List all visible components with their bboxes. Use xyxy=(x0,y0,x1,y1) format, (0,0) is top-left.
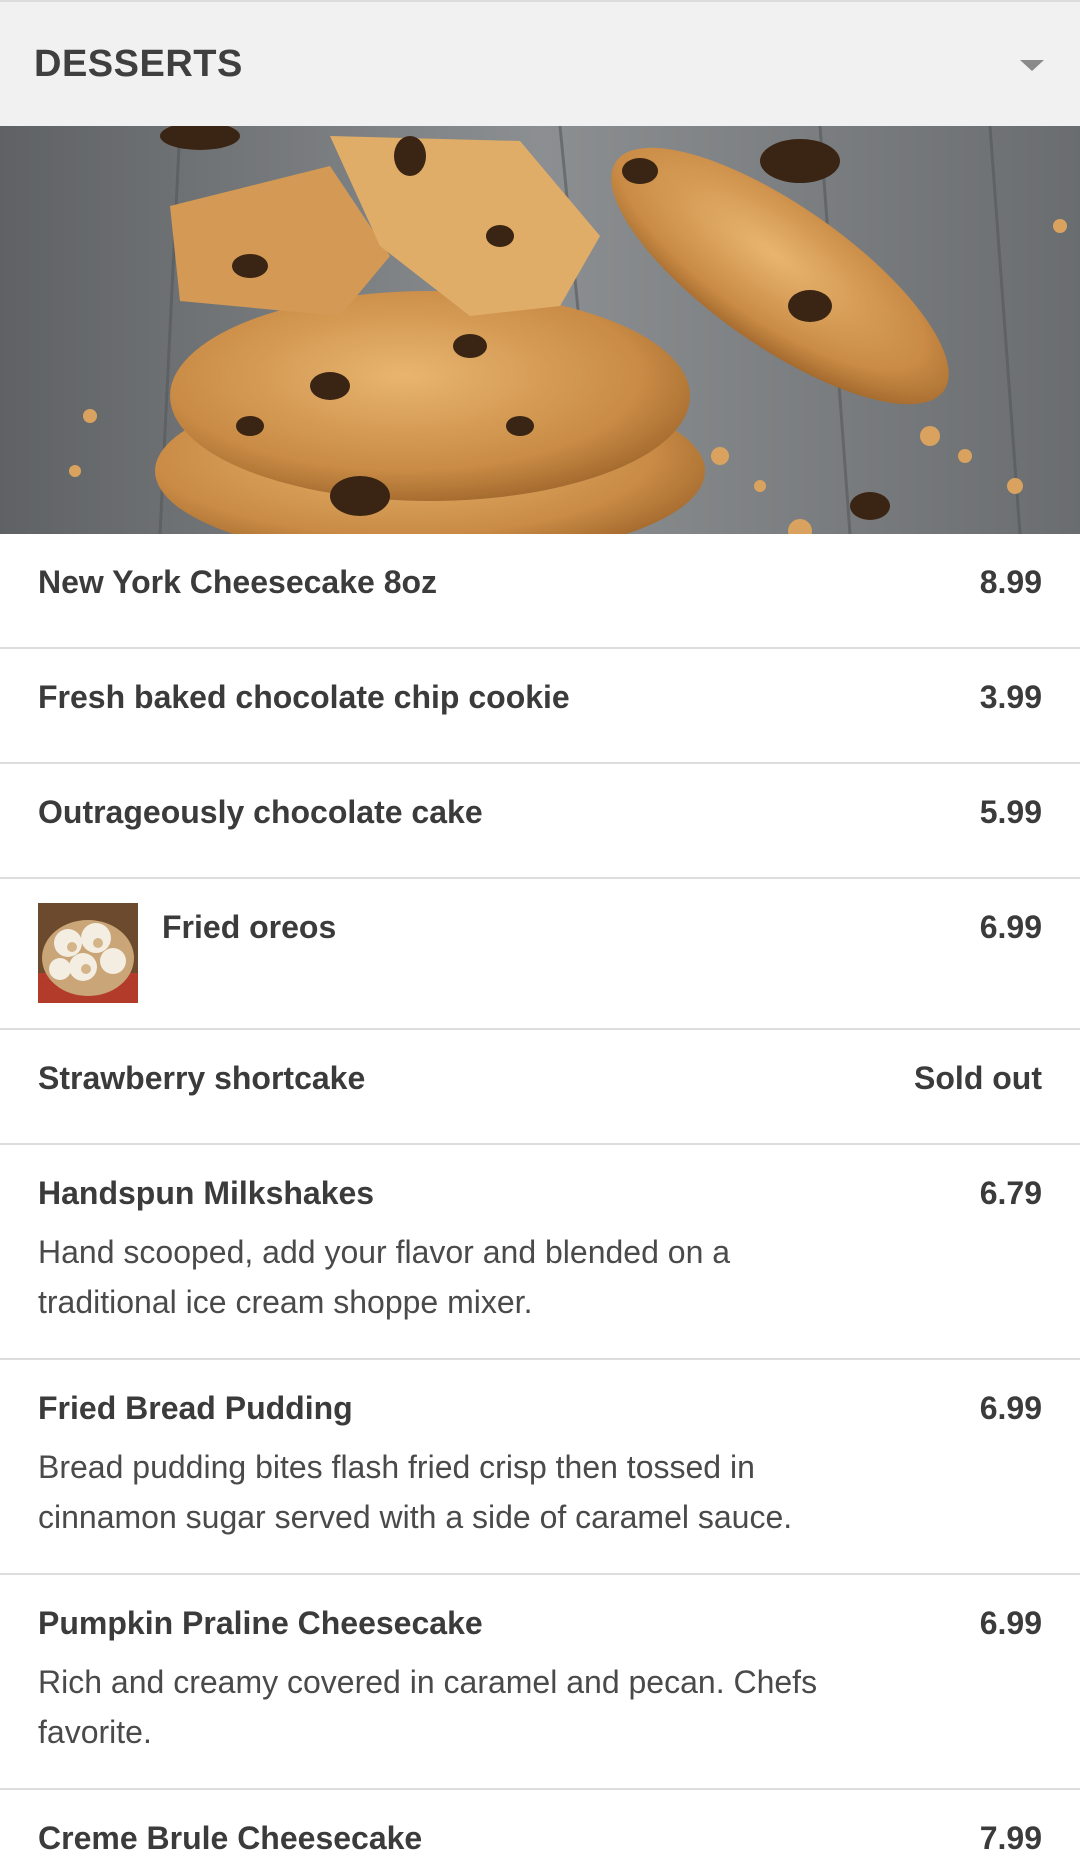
menu-item-fried-oreos[interactable]: Fried oreos 6.99 xyxy=(0,879,1080,1030)
item-price: 3.99 xyxy=(979,679,1042,715)
sold-out-label: Sold out xyxy=(914,1060,1042,1096)
item-name: Fried oreos xyxy=(162,909,337,945)
menu-item-pumpkin-praline-cheesecake[interactable]: Pumpkin Praline Cheesecake Rich and crea… xyxy=(0,1575,1080,1790)
item-name: Pumpkin Praline Cheesecake xyxy=(38,1605,483,1641)
fried-oreos-thumbnail xyxy=(38,903,138,1003)
item-name: Fresh baked chocolate chip cookie xyxy=(38,679,570,715)
item-name: Handspun Milkshakes xyxy=(38,1175,375,1211)
item-name: Fried Bread Pudding xyxy=(38,1390,353,1426)
item-description: Bread pudding bites flash fried crisp th… xyxy=(38,1449,793,1535)
menu-item-chocolate-cake[interactable]: Outrageously chocolate cake 5.99 xyxy=(0,764,1080,879)
menu-item-creme-brule-cheesecake[interactable]: Creme Brule Cheesecake 7.99 xyxy=(0,1790,1080,1872)
hero-image xyxy=(0,126,1080,534)
menu-item-chocolate-chip-cookie[interactable]: Fresh baked chocolate chip cookie 3.99 xyxy=(0,649,1080,764)
menu-item-new-york-cheesecake[interactable]: New York Cheesecake 8oz 8.99 xyxy=(0,534,1080,649)
item-name: New York Cheesecake 8oz xyxy=(38,564,438,600)
item-price: 5.99 xyxy=(979,794,1042,830)
section-title: DESSERTS xyxy=(34,42,243,85)
desserts-section-header[interactable]: DESSERTS xyxy=(0,0,1080,126)
item-price: 8.99 xyxy=(979,564,1042,600)
item-description: Hand scooped, add your flavor and blende… xyxy=(38,1234,731,1320)
item-price: 6.99 xyxy=(979,1605,1042,1641)
item-name: Outrageously chocolate cake xyxy=(38,794,483,830)
item-price: 7.99 xyxy=(979,1820,1042,1856)
item-price: 6.99 xyxy=(979,909,1042,945)
item-price: 6.79 xyxy=(979,1175,1042,1211)
item-price: 6.99 xyxy=(979,1390,1042,1426)
caret-down-icon[interactable] xyxy=(1020,60,1044,71)
item-description: Rich and creamy covered in caramel and p… xyxy=(38,1664,818,1750)
menu-item-strawberry-shortcake[interactable]: Strawberry shortcake Sold out xyxy=(0,1030,1080,1145)
cookies-illustration xyxy=(0,126,1080,534)
dessert-menu-list: New York Cheesecake 8oz 8.99 Fresh baked… xyxy=(0,534,1080,1872)
menu-item-fried-bread-pudding[interactable]: Fried Bread Pudding Bread pudding bites … xyxy=(0,1360,1080,1575)
item-name: Creme Brule Cheesecake xyxy=(38,1820,423,1856)
menu-item-handspun-milkshakes[interactable]: Handspun Milkshakes Hand scooped, add yo… xyxy=(0,1145,1080,1360)
item-name: Strawberry shortcake xyxy=(38,1060,366,1096)
